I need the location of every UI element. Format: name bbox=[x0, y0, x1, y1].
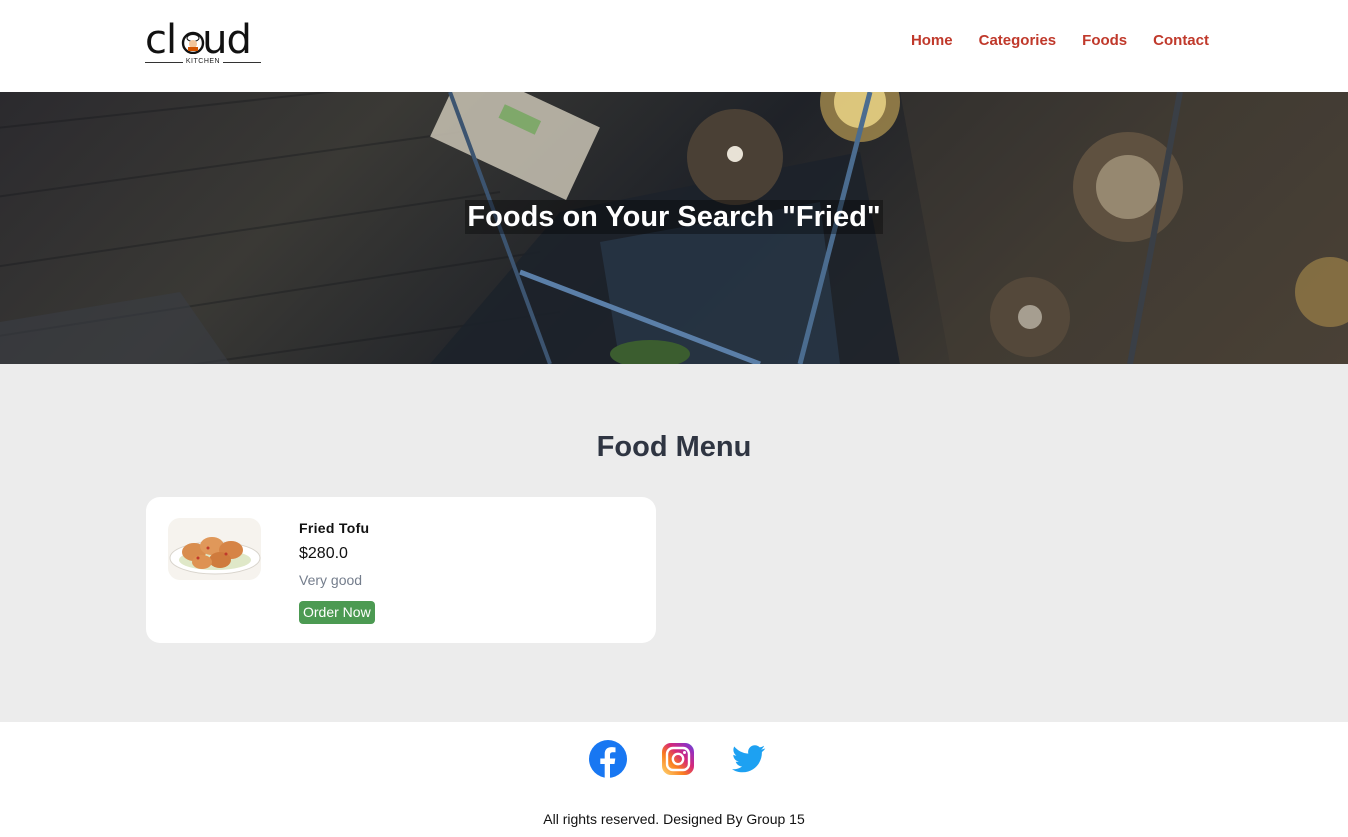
food-description: Very good bbox=[299, 572, 363, 588]
nav-home[interactable]: Home bbox=[911, 33, 953, 49]
copyright-text: All rights reserved. Designed By Group 1… bbox=[543, 811, 805, 827]
food-menu-card: Fried Tofu $280.0 Very good Order Now bbox=[146, 497, 656, 643]
search-results-title: Foods on Your Search "Fried" bbox=[465, 200, 883, 234]
search-results-title-wrap: Foods on Your Search "Fried" bbox=[0, 200, 1348, 234]
facebook-icon[interactable] bbox=[588, 739, 628, 779]
main-nav: Home Categories Foods Contact bbox=[911, 33, 1209, 49]
instagram-icon[interactable] bbox=[658, 739, 698, 779]
food-name: Fried Tofu bbox=[299, 520, 370, 536]
section-title: Food Menu bbox=[596, 431, 752, 463]
social-links bbox=[0, 722, 1348, 802]
navbar: cl ud KITCHEN Home Categories Foods Conta… bbox=[0, 0, 1348, 92]
nav-contact[interactable]: Contact bbox=[1153, 33, 1209, 49]
food-image bbox=[168, 518, 261, 580]
logo[interactable]: cl ud KITCHEN bbox=[145, 20, 263, 68]
twitter-icon[interactable] bbox=[728, 739, 768, 779]
chef-icon bbox=[181, 31, 205, 54]
nav-foods[interactable]: Foods bbox=[1082, 33, 1127, 49]
fried-tofu-image bbox=[169, 537, 261, 575]
order-now-button[interactable]: Order Now bbox=[299, 601, 375, 624]
food-menu-section: Food Menu Fried Tofu $280.0 Very good Or… bbox=[0, 364, 1348, 722]
nav-categories[interactable]: Categories bbox=[979, 33, 1057, 49]
logo-subtext: KITCHEN bbox=[145, 58, 261, 65]
food-price: $280.0 bbox=[299, 545, 348, 562]
food-search-banner: Foods on Your Search "Fried" bbox=[0, 92, 1348, 364]
